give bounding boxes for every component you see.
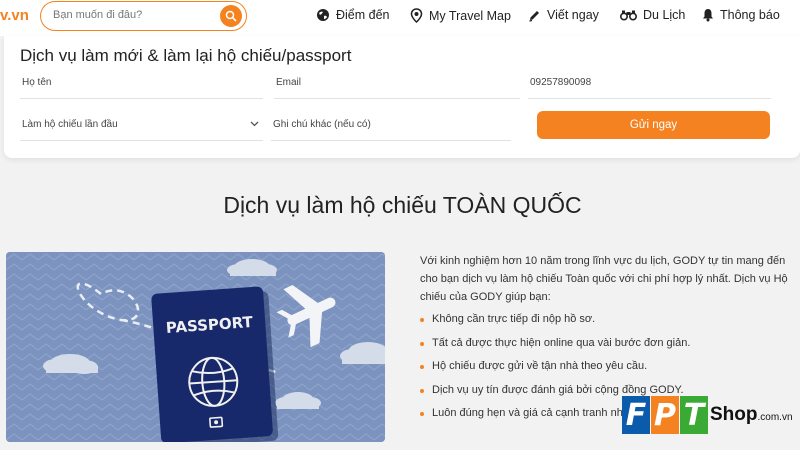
section-title: Dịch vụ làm hộ chiếu TOÀN QUỐC [223,192,582,218]
nav-write-now[interactable]: Viết ngay [528,8,599,22]
fpt-shop-watermark: F P T Shop.com.vn [622,396,800,436]
nav-destinations-label: Điểm đến [336,8,390,22]
list-item: Tất cả được thực hiện online qua vài bướ… [420,337,800,361]
map-pin-icon [410,8,423,23]
search-icon [225,10,237,22]
note-field[interactable]: Ghi chú khác (nếu có) [271,113,511,141]
name-field-placeholder: Họ tên [22,77,52,88]
email-field-placeholder: Email [276,77,302,88]
nav-travel-label: Du Lịch [643,8,686,22]
fpt-letter-t: T [680,396,708,434]
nav-travel-map-label: My Travel Map [429,8,511,23]
passport-request-form: Dịch vụ làm mới & làm lại hộ chiếu/passp… [4,36,800,158]
passport-illustration: PASSPORT [6,252,385,442]
chevron-down-icon [250,121,259,127]
list-item: Hộ chiếu được gửi về tận nhà theo yêu cầ… [420,360,800,384]
note-field-placeholder: Ghi chú khác (nếu có) [273,119,371,130]
binoculars-icon [620,10,637,21]
phone-field[interactable]: 09257890098 [528,71,771,99]
nav-write-now-label: Viết ngay [547,8,599,22]
nav-travel-map[interactable]: My Travel Map [410,8,511,23]
search-input[interactable] [53,9,213,21]
list-item: Không cần trực tiếp đi nộp hồ sơ. [420,313,800,337]
name-field[interactable]: Họ tên [20,71,263,99]
fpt-shop-text: Shop.com.vn [710,404,793,426]
form-title: Dịch vụ làm mới & làm lại hộ chiếu/passp… [20,46,352,65]
nav-notifications-label: Thông báo [720,8,780,22]
fpt-shop-domain: .com.vn [757,412,793,423]
fpt-shop-word: Shop [710,404,758,425]
nav-notifications[interactable]: Thông báo [702,8,780,22]
passport-type-select[interactable]: Làm hộ chiếu lần đầu [20,113,263,141]
fpt-letter-f: F [622,396,650,434]
globe-icon [317,9,329,21]
email-field[interactable]: Email [274,71,520,99]
search-box[interactable] [40,1,247,31]
top-navigation-bar: v.vn Điểm đến My Travel Map Viết ngay [0,0,800,36]
fpt-letter-p: P [651,396,679,434]
nav-destinations[interactable]: Điểm đến [316,8,390,22]
passport-illustration-graphic: PASSPORT [6,252,385,442]
pencil-icon [529,10,539,22]
service-description: Với kinh nghiệm hơn 10 năm trong lĩnh vự… [420,255,788,303]
nav-travel[interactable]: Du Lịch [620,8,685,22]
bell-icon [703,9,713,22]
search-button[interactable] [220,5,242,27]
site-logo[interactable]: v.vn [0,7,29,24]
submit-button[interactable]: Gửi ngay [537,111,770,139]
passport-type-value: Làm hộ chiếu lần đầu [22,119,118,130]
phone-field-value: 09257890098 [530,77,592,88]
